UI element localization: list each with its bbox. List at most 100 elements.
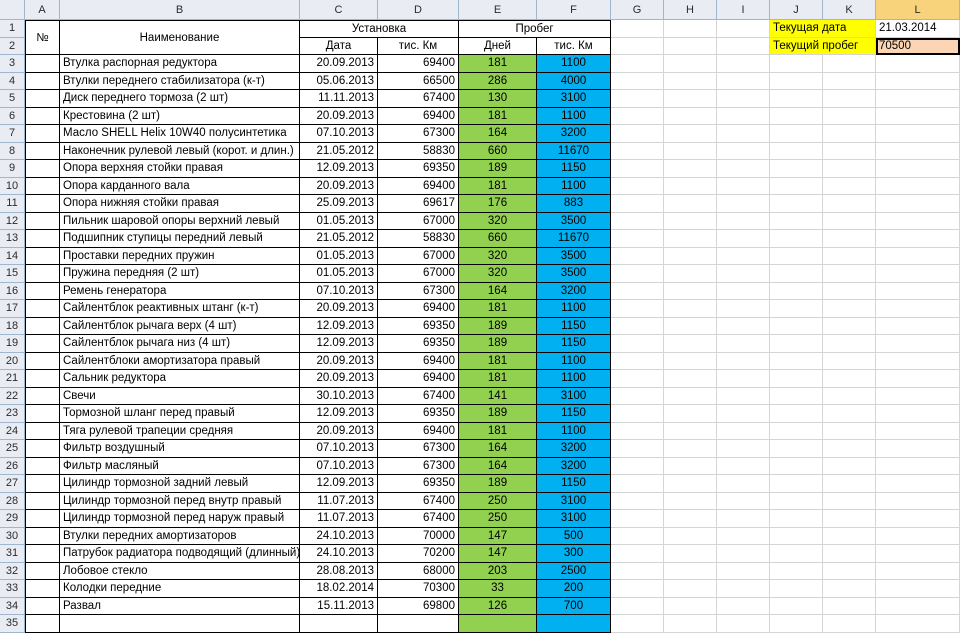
empty-cell[interactable]	[770, 142, 823, 160]
km-since-cell[interactable]: 3100	[537, 387, 611, 405]
part-name-cell[interactable]: Пильник шаровой опоры верхний левый	[60, 212, 300, 230]
empty-cell[interactable]	[876, 352, 960, 370]
empty-cell[interactable]	[876, 457, 960, 475]
row-number-cell[interactable]	[25, 90, 60, 108]
row-number-cell[interactable]	[25, 177, 60, 195]
install-km-cell[interactable]: 69400	[378, 422, 459, 440]
empty-cell[interactable]	[770, 422, 823, 440]
empty-cell[interactable]	[611, 282, 664, 300]
empty-cell[interactable]	[664, 352, 717, 370]
row-header[interactable]: 6	[0, 107, 25, 125]
row-header[interactable]: 16	[0, 282, 25, 300]
part-name-cell[interactable]: Свечи	[60, 387, 300, 405]
empty-cell[interactable]	[770, 597, 823, 615]
empty-cell[interactable]	[876, 475, 960, 493]
empty-cell[interactable]	[770, 212, 823, 230]
part-name-cell[interactable]: Сайлентблоки амортизатора правый	[60, 352, 300, 370]
row-header[interactable]: 4	[0, 72, 25, 90]
empty-cell[interactable]	[823, 72, 876, 90]
install-date-cell[interactable]: 12.09.2013	[300, 160, 378, 178]
install-date-cell[interactable]: 12.09.2013	[300, 335, 378, 353]
empty-cell[interactable]	[770, 615, 823, 633]
empty-cell[interactable]	[611, 125, 664, 143]
empty-cell[interactable]	[717, 510, 770, 528]
empty-cell[interactable]	[717, 352, 770, 370]
days-cell[interactable]: 189	[459, 475, 537, 493]
days-cell[interactable]	[459, 615, 537, 633]
km-since-cell[interactable]: 11670	[537, 142, 611, 160]
row-number-cell[interactable]	[25, 545, 60, 563]
install-date-cell[interactable]: 11.07.2013	[300, 510, 378, 528]
empty-cell[interactable]	[823, 125, 876, 143]
install-km-cell[interactable]	[378, 615, 459, 633]
empty-cell[interactable]	[664, 265, 717, 283]
days-cell[interactable]: 189	[459, 335, 537, 353]
empty-cell[interactable]	[770, 457, 823, 475]
header-km-since[interactable]: тис. Км	[537, 37, 611, 55]
empty-cell[interactable]	[876, 282, 960, 300]
install-km-cell[interactable]: 68000	[378, 562, 459, 580]
empty-cell[interactable]	[717, 282, 770, 300]
empty-cell[interactable]	[770, 335, 823, 353]
empty-cell[interactable]	[770, 562, 823, 580]
part-name-cell[interactable]: Сайлентблок рычага низ (4 шт)	[60, 335, 300, 353]
part-name-cell[interactable]: Масло SHELL Helix 10W40 полусинтетика	[60, 125, 300, 143]
empty-cell[interactable]	[876, 387, 960, 405]
km-since-cell[interactable]: 500	[537, 527, 611, 545]
header-date[interactable]: Дата	[300, 37, 378, 55]
days-cell[interactable]: 164	[459, 440, 537, 458]
empty-cell[interactable]	[717, 422, 770, 440]
empty-cell[interactable]	[611, 440, 664, 458]
install-date-cell[interactable]: 01.05.2013	[300, 265, 378, 283]
empty-cell[interactable]	[823, 597, 876, 615]
row-number-cell[interactable]	[25, 492, 60, 510]
row-header[interactable]: 34	[0, 597, 25, 615]
empty-cell[interactable]	[611, 37, 664, 55]
empty-cell[interactable]	[876, 422, 960, 440]
part-name-cell[interactable]: Колодки передние	[60, 580, 300, 598]
column-header-c[interactable]: C	[300, 0, 378, 20]
empty-cell[interactable]	[611, 265, 664, 283]
row-number-cell[interactable]	[25, 230, 60, 248]
empty-cell[interactable]	[876, 370, 960, 388]
install-km-cell[interactable]: 67000	[378, 247, 459, 265]
row-number-cell[interactable]	[25, 422, 60, 440]
empty-cell[interactable]	[717, 475, 770, 493]
install-km-cell[interactable]: 67400	[378, 492, 459, 510]
install-km-cell[interactable]: 67300	[378, 457, 459, 475]
current-date-value[interactable]: 21.03.2014	[876, 20, 960, 38]
empty-cell[interactable]	[876, 72, 960, 90]
part-name-cell[interactable]: Наконечник рулевой левый (корот. и длин.…	[60, 142, 300, 160]
install-date-cell[interactable]: 01.05.2013	[300, 212, 378, 230]
part-name-cell[interactable]: Сальник редуктора	[60, 370, 300, 388]
empty-cell[interactable]	[770, 440, 823, 458]
empty-cell[interactable]	[717, 317, 770, 335]
empty-cell[interactable]	[664, 142, 717, 160]
km-since-cell[interactable]: 1100	[537, 300, 611, 318]
install-km-cell[interactable]: 58830	[378, 230, 459, 248]
km-since-cell[interactable]: 11670	[537, 230, 611, 248]
row-number-cell[interactable]	[25, 125, 60, 143]
part-name-cell[interactable]: Подшипник ступицы передний левый	[60, 230, 300, 248]
install-date-cell[interactable]: 07.10.2013	[300, 440, 378, 458]
row-header[interactable]: 18	[0, 317, 25, 335]
days-cell[interactable]: 130	[459, 90, 537, 108]
part-name-cell[interactable]: Втулка распорная редуктора	[60, 55, 300, 73]
part-name-cell[interactable]: Диск переднего тормоза (2 шт)	[60, 90, 300, 108]
empty-cell[interactable]	[611, 405, 664, 423]
km-since-cell[interactable]: 1150	[537, 160, 611, 178]
part-name-cell[interactable]: Фильтр воздушный	[60, 440, 300, 458]
empty-cell[interactable]	[717, 615, 770, 633]
days-cell[interactable]: 181	[459, 352, 537, 370]
empty-cell[interactable]	[876, 90, 960, 108]
empty-cell[interactable]	[823, 580, 876, 598]
empty-cell[interactable]	[770, 492, 823, 510]
days-cell[interactable]: 189	[459, 405, 537, 423]
install-date-cell[interactable]: 12.09.2013	[300, 475, 378, 493]
empty-cell[interactable]	[823, 317, 876, 335]
km-since-cell[interactable]	[537, 615, 611, 633]
empty-cell[interactable]	[876, 55, 960, 73]
empty-cell[interactable]	[823, 300, 876, 318]
empty-cell[interactable]	[611, 212, 664, 230]
empty-cell[interactable]	[664, 370, 717, 388]
